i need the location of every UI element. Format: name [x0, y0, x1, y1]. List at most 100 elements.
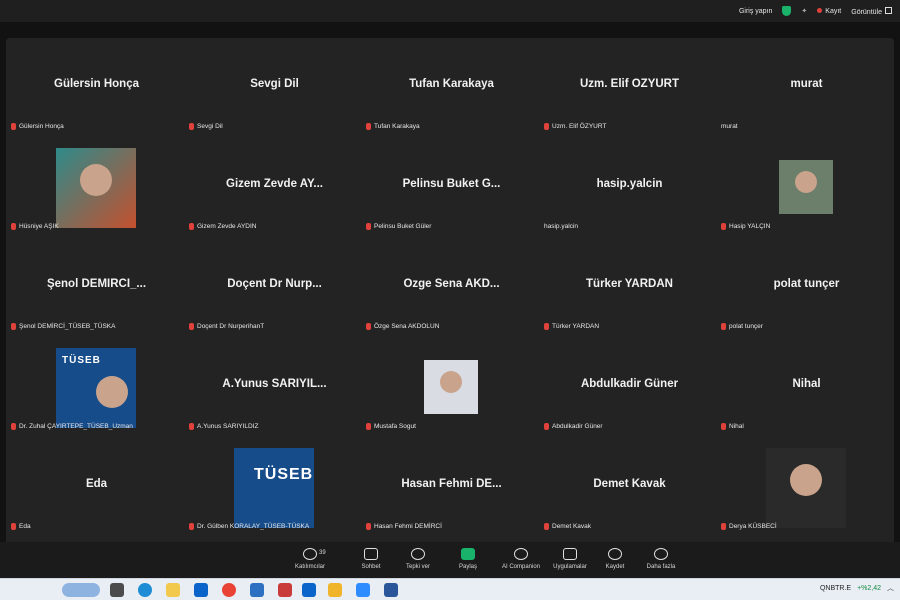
participant-name-text: Gülersin Honça: [19, 123, 64, 130]
mic-muted-icon: [366, 523, 371, 530]
participant-name-label: polat tunçer: [721, 323, 763, 330]
participant-display-name: Özge Sena AKD...: [403, 278, 500, 290]
participant-name-label: Şenol DEMİRCİ_TÜSEB_TÜSKA: [11, 323, 115, 330]
record-label: Kayıt: [825, 7, 842, 15]
participant-tile[interactable]: Sevgi Dil Sevgi Dil: [186, 38, 363, 138]
chevron-up-icon[interactable]: ︿: [887, 583, 894, 593]
reactions-label: Tepki ver: [405, 564, 430, 570]
participant-tile[interactable]: Pelinsu Buket G... Pelinsu Buket Güler: [363, 138, 540, 238]
participant-tile[interactable]: Gizem Zevde AY... Gizem Zevde AYDIN: [186, 138, 363, 238]
camera-video: [779, 160, 833, 214]
chat-button[interactable]: Sohbet: [346, 548, 396, 570]
ai-companion-button[interactable]: AI Companion: [496, 548, 546, 570]
participant-tile[interactable]: Türker YARDAN Türker YARDAN: [541, 238, 718, 338]
participant-name-label: Dr. Zuhal ÇAYIRTEPE_TÜSEB_Uzman: [11, 423, 133, 430]
file-explorer-icon[interactable]: [328, 583, 342, 597]
view-label: Görüntüle: [851, 8, 882, 16]
participant-display-name: Gülersin Honça: [54, 78, 139, 90]
grid-view-icon: [885, 6, 892, 14]
meeting-top-bar: Giriş yapın ✦ Kayıt Görüntüle: [0, 0, 900, 22]
view-button[interactable]: Görüntüle: [851, 6, 892, 16]
participant-tile[interactable]: polat tunçer polat tunçer: [718, 238, 895, 338]
participants-button[interactable]: Katılımcılar 39: [285, 548, 335, 570]
record-indicator[interactable]: Kayıt: [817, 7, 842, 15]
participant-name-text: Sevgi Dil: [197, 123, 223, 130]
security-shield-icon[interactable]: [782, 6, 792, 16]
sign-in-link[interactable]: Giriş yapın: [739, 8, 772, 15]
mic-muted-icon: [11, 523, 16, 530]
participant-display-name: Pelinsu Buket G...: [402, 178, 501, 190]
participant-tile[interactable]: hasip.yalcin hasip.yalcin: [541, 138, 718, 238]
participant-tile[interactable]: Uzm. Elif ÖZYURT Uzm. Elif ÖZYURT: [541, 38, 718, 138]
stock-ticker[interactable]: QNBTR.E: [820, 585, 851, 592]
mic-muted-icon: [11, 223, 16, 230]
participant-tile[interactable]: Derya KÜSBECİ: [718, 438, 895, 538]
store-icon[interactable]: [166, 583, 180, 597]
participant-name-text: Nihal: [729, 423, 744, 430]
participant-display-name: Şenol DEMİRCİ_...: [46, 278, 147, 290]
participant-tile[interactable]: Doçent Dr Nurp... Doçent Dr NurperihanT: [186, 238, 363, 338]
participant-name-label: Mustafa Sogut: [366, 423, 416, 430]
participant-display-name: Türker YARDAN: [586, 278, 673, 290]
person-face: [795, 171, 817, 193]
sparkle-icon[interactable]: ✦: [801, 7, 807, 15]
participant-tile[interactable]: TÜSEB Dr. Gülben KORALAY_TÜSEB-TÜSKA: [186, 438, 363, 538]
participant-tile[interactable]: Özge Sena AKD... Özge Sena AKDOLUN: [363, 238, 540, 338]
participant-name-label: Tufan Karakaya: [366, 123, 420, 130]
apps-button[interactable]: Uygulamalar: [545, 548, 595, 570]
participant-name-label: Gizem Zevde AYDIN: [189, 223, 256, 230]
chrome-icon[interactable]: [222, 583, 236, 597]
participant-tile[interactable]: Şenol DEMİRCİ_... Şenol DEMİRCİ_TÜSEB_TÜS…: [8, 238, 185, 338]
participant-tile[interactable]: A.Yunus SARIYIL... A.Yunus SARIYILDIZ: [186, 338, 363, 438]
outlook-icon[interactable]: [194, 583, 208, 597]
participant-name-text: Derya KÜSBECİ: [729, 523, 777, 530]
participant-tile[interactable]: Abdulkadir Güner Abdulkadir Güner: [541, 338, 718, 438]
meeting-stage: Gülersin Honça Gülersin Honça Sevgi Dil Sev…: [0, 22, 900, 562]
search-widget-icon[interactable]: [62, 583, 100, 597]
mic-muted-icon: [721, 323, 726, 330]
participant-tile[interactable]: Hasan Fehmi DE... Hasan Fehmi DEMİRCİ: [363, 438, 540, 538]
zoom-icon[interactable]: [356, 583, 370, 597]
share-button[interactable]: Paylaş: [443, 548, 493, 570]
participant-name-text: Mustafa Sogut: [374, 423, 416, 430]
ai-sparkle-icon: [514, 548, 528, 560]
mic-muted-icon: [544, 123, 549, 130]
participants-label: Katılımcılar: [294, 564, 325, 570]
more-button[interactable]: Daha fazla: [636, 548, 686, 570]
participant-tile[interactable]: Hüsniye AŞIK: [8, 138, 185, 238]
word-icon[interactable]: [384, 583, 398, 597]
mic-muted-icon: [721, 423, 726, 430]
task-view-icon[interactable]: [110, 583, 124, 597]
calculator-icon[interactable]: [250, 583, 264, 597]
participant-tile[interactable]: Nihal Nihal: [718, 338, 895, 438]
participant-display-name: Doçent Dr Nurp...: [227, 278, 322, 290]
participant-name-text: Abdulkadir Güner: [552, 423, 603, 430]
participant-tile[interactable]: TÜSEB Dr. Zuhal ÇAYIRTEPE_TÜSEB_Uzman: [8, 338, 185, 438]
participant-display-name: Demet Kavak: [593, 478, 666, 490]
camera-video: [766, 448, 846, 528]
outlook-open-icon[interactable]: [302, 583, 316, 597]
participant-tile[interactable]: Demet Kavak Demet Kavak: [541, 438, 718, 538]
participant-tile[interactable]: Mustafa Sogut: [363, 338, 540, 438]
participant-tile[interactable]: Eda Eda: [8, 438, 185, 538]
participant-name-text: Dr. Zuhal ÇAYIRTEPE_TÜSEB_Uzman: [19, 423, 133, 430]
camera-video: [424, 360, 478, 414]
participant-tile[interactable]: Gülersin Honça Gülersin Honça: [8, 38, 185, 138]
record-button[interactable]: Kaydet: [590, 548, 640, 570]
app-icon[interactable]: [278, 583, 292, 597]
participant-display-name: Nihal: [792, 378, 821, 390]
reactions-button[interactable]: Tepki ver: [393, 548, 443, 570]
mic-muted-icon: [11, 323, 16, 330]
mic-muted-icon: [189, 223, 194, 230]
participant-display-name: Tufan Karakaya: [409, 78, 494, 90]
edge-browser-icon[interactable]: [138, 583, 152, 597]
participant-name-label: Dr. Gülben KORALAY_TÜSEB-TÜSKA: [189, 523, 309, 530]
participant-tile[interactable]: Hasip YALÇIN: [718, 138, 895, 238]
participant-display-name: Eda: [85, 478, 108, 490]
participants-count: 39: [319, 550, 326, 556]
mic-muted-icon: [189, 423, 194, 430]
participant-tile[interactable]: murat murat: [718, 38, 895, 138]
tuseb-logo-text: TÜSEB: [62, 355, 101, 366]
participants-icon: [303, 548, 317, 560]
participant-tile[interactable]: Tufan Karakaya Tufan Karakaya: [363, 38, 540, 138]
